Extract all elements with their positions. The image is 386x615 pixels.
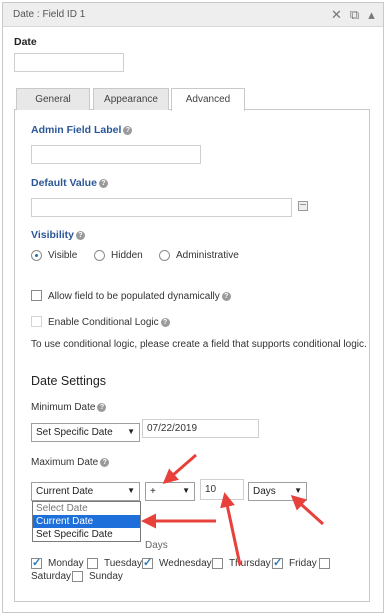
minimum-date-label: Minimum Date? bbox=[31, 402, 107, 413]
tab-appearance[interactable]: Appearance bbox=[93, 88, 169, 110]
help-icon[interactable]: ? bbox=[221, 292, 231, 301]
day-monday-label: Monday bbox=[48, 558, 84, 569]
day-sunday-label: Sunday bbox=[89, 571, 123, 582]
default-value-input[interactable] bbox=[31, 198, 292, 217]
day-friday-label: Friday bbox=[289, 558, 317, 569]
help-icon[interactable]: ? bbox=[160, 318, 170, 327]
visibility-visible-radio[interactable] bbox=[31, 250, 42, 261]
conditional-logic-label: Enable Conditional Logic? bbox=[48, 317, 170, 328]
day-wednesday-checkbox[interactable] bbox=[142, 556, 153, 569]
minimum-date-type-value: Set Specific Date bbox=[36, 427, 113, 438]
default-value-heading: Default Value? bbox=[31, 177, 108, 189]
visibility-visible-label: Visible bbox=[48, 250, 78, 261]
help-icon[interactable]: ? bbox=[123, 126, 133, 135]
dropdown-option-specific-date[interactable]: Set Specific Date bbox=[33, 528, 140, 541]
day-wednesday-label: Wednesday bbox=[159, 558, 212, 569]
maximum-date-number-input[interactable] bbox=[200, 479, 244, 500]
dropdown-option-select-date[interactable]: Select Date bbox=[33, 502, 140, 515]
help-icon[interactable]: ? bbox=[98, 179, 108, 188]
chevron-down-icon: ▼ bbox=[182, 486, 190, 495]
panel-titlebar: Date : Field ID 1 ✕ ⧉ ▴ bbox=[3, 3, 383, 27]
field-label: Date bbox=[14, 36, 37, 48]
day-friday-checkbox[interactable] bbox=[272, 556, 283, 569]
day-thursday-checkbox[interactable] bbox=[212, 558, 223, 569]
disabled-days-label-fragment: Days bbox=[145, 540, 168, 551]
chevron-down-icon: ▼ bbox=[127, 427, 135, 436]
admin-label-heading: Admin Field Label? bbox=[31, 124, 133, 136]
visibility-hidden-radio[interactable] bbox=[94, 250, 105, 261]
maximum-date-type-select[interactable]: Current Date ▼ bbox=[31, 482, 140, 501]
duplicate-icon[interactable]: ⧉ bbox=[348, 8, 361, 21]
minimum-date-type-select[interactable]: Set Specific Date ▼ bbox=[31, 423, 140, 442]
visibility-administrative-radio[interactable] bbox=[159, 250, 170, 261]
help-icon[interactable]: ? bbox=[100, 458, 110, 467]
day-monday-checkbox[interactable] bbox=[31, 556, 42, 569]
close-icon[interactable]: ✕ bbox=[330, 8, 343, 21]
populate-dynamically-label: Allow field to be populated dynamically? bbox=[48, 291, 231, 302]
chevron-down-icon: ▼ bbox=[127, 486, 135, 495]
help-icon[interactable]: ? bbox=[76, 231, 85, 240]
dropdown-option-current-date[interactable]: Current Date bbox=[33, 515, 140, 528]
date-preview-input[interactable] bbox=[14, 53, 124, 72]
maximum-date-label: Maximum Date? bbox=[31, 457, 110, 468]
maximum-date-operator-select[interactable]: + ▼ bbox=[145, 482, 195, 501]
visibility-hidden-label: Hidden bbox=[111, 250, 143, 261]
maximum-date-type-value: Current Date bbox=[36, 486, 94, 497]
day-sunday-checkbox[interactable] bbox=[72, 571, 83, 582]
admin-label-input[interactable] bbox=[31, 145, 201, 164]
day-tuesday-label: Tuesday bbox=[104, 558, 142, 569]
chevron-down-icon: ▼ bbox=[294, 486, 302, 495]
tab-general[interactable]: General bbox=[16, 88, 90, 110]
conditional-logic-note: To use conditional logic, please create … bbox=[31, 339, 367, 350]
populate-dynamically-checkbox[interactable] bbox=[31, 290, 42, 301]
day-tuesday-checkbox[interactable] bbox=[87, 558, 98, 569]
help-icon[interactable]: ? bbox=[97, 403, 107, 412]
collapse-icon[interactable]: ▴ bbox=[365, 8, 378, 21]
minimum-date-input[interactable] bbox=[142, 419, 259, 438]
date-settings-title: Date Settings bbox=[31, 374, 107, 388]
merge-tag-icon[interactable] bbox=[298, 201, 308, 211]
day-saturday-label: Saturday bbox=[31, 571, 72, 582]
maximum-date-type-dropdown: Select Date Current Date Set Specific Da… bbox=[32, 501, 141, 542]
maximum-date-unit-select[interactable]: Days ▼ bbox=[248, 482, 307, 501]
visibility-administrative-label: Administrative bbox=[176, 250, 239, 261]
maximum-date-operator-value: + bbox=[150, 486, 156, 497]
tab-advanced[interactable]: Advanced bbox=[171, 88, 245, 111]
maximum-date-unit-value: Days bbox=[253, 486, 276, 497]
day-thursday-label: Thursday bbox=[229, 558, 271, 569]
visibility-heading: Visibility? bbox=[31, 229, 85, 241]
conditional-logic-checkbox[interactable] bbox=[31, 316, 42, 327]
panel-title: Date : Field ID 1 bbox=[13, 9, 86, 20]
day-saturday-checkbox[interactable] bbox=[319, 558, 330, 569]
